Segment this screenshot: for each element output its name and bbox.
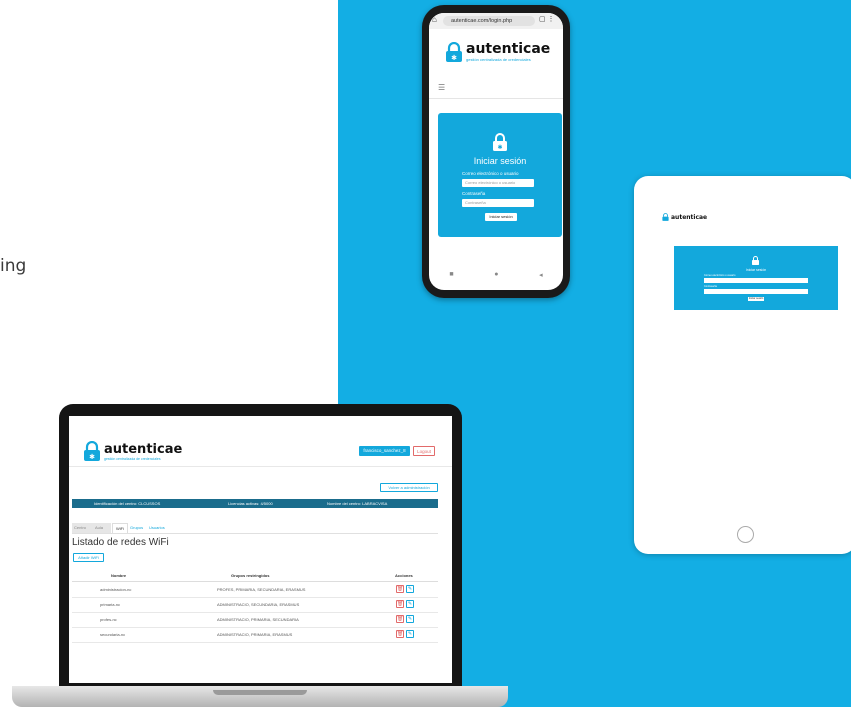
lock-icon: ✱ [493, 133, 507, 151]
password-input[interactable] [704, 289, 808, 294]
center-info-bar: Identificación del centro: CLCUSSOS Lice… [72, 499, 438, 508]
restricted-groups-cell: ADMINISTRACIO, SECUNDARIA, ERASMUS [217, 602, 300, 607]
password-label: Contraseña [462, 191, 486, 196]
brand-tagline: gestión centralizada de credenciales [466, 57, 531, 62]
back-to-admin-button[interactable]: Volver a administración [380, 483, 438, 492]
tablet-home-button[interactable] [737, 526, 754, 543]
tab-centro[interactable]: Centro [72, 523, 94, 533]
active-licenses: Licencias activas: 4/5000 [228, 501, 273, 506]
hamburger-menu-icon[interactable]: ☰ [438, 83, 445, 92]
tab-grupos[interactable]: Grupos [130, 523, 143, 533]
back-icon[interactable]: ◂ [539, 271, 543, 279]
restricted-groups-cell: ADMINISTRACIO, PRIMARIA, SECUNDARIA [217, 617, 299, 622]
delete-icon[interactable]: 🗑 [396, 630, 404, 638]
center-id: Identificación del centro: CLCUSSOS [94, 501, 161, 506]
wifi-name-cell: profes-nc [100, 617, 117, 622]
table-row: administracion-nc PROFES, PRIMARIA, SECUN… [72, 582, 438, 598]
center-name: Nombre del centro: LABRACVISA [327, 501, 388, 506]
phone-mockup: ⌂ autenticae.com/login.php ▢ ⋮ ✱ autenti… [422, 5, 570, 298]
phone-logo: ✱ autenticae gestión centralizada de cre… [445, 41, 550, 62]
add-wifi-button[interactable]: Añadir WiFi [73, 553, 104, 562]
table-row: primaria-nc ADMINISTRACIO, SECUNDARIA, ER… [72, 597, 438, 613]
table-row: profes-nc ADMINISTRACIO, PRIMARIA, SECUND… [72, 612, 438, 628]
wifi-name-cell: primaria-nc [100, 602, 121, 607]
laptop-notch [213, 690, 307, 695]
recent-apps-icon[interactable]: ■ [449, 271, 453, 279]
tab-aula[interactable]: Aula [93, 523, 111, 533]
edit-icon[interactable]: ✎ [406, 630, 414, 638]
lock-icon: ✱ [84, 441, 100, 461]
page-title: Listado de redes WiFi [72, 537, 169, 548]
delete-icon[interactable]: 🗑 [396, 600, 404, 608]
delete-icon[interactable]: 🗑 [396, 585, 404, 593]
table-row: secundaria-nc ADMINISTRACIO, PRIMARIA, ER… [72, 627, 438, 643]
edit-icon[interactable]: ✎ [406, 600, 414, 608]
restricted-groups-cell: PROFES, PRIMARIA, SECUNDARIA, ERASMUS [217, 587, 306, 592]
lock-icon [752, 256, 759, 265]
edit-icon[interactable]: ✎ [406, 585, 414, 593]
laptop-logo: ✱ autenticae gestión centralizada de cre… [83, 441, 182, 461]
phone-nav-bar: ■ ● ◂ [429, 271, 563, 279]
home-button-icon[interactable]: ● [494, 271, 498, 279]
restricted-groups-cell: ADMINISTRACIO, PRIMARIA, ERASMUS [217, 632, 293, 637]
tablet-mockup: autenticae Iniciar sesión Correo electró… [634, 176, 851, 554]
url-text: autenticae.com/login.php [451, 18, 513, 24]
lock-icon: ✱ [446, 41, 462, 62]
column-name: Nombre [111, 573, 127, 578]
svg-text:✱: ✱ [451, 54, 457, 62]
user-input[interactable]: Correo electrónico o usuario [462, 179, 534, 187]
tabs-icon[interactable]: ▢ ⋮ [539, 15, 555, 23]
table-header: Nombre Grupos restringidos Acciones [72, 571, 438, 582]
login-title: Iniciar sesión [745, 268, 767, 272]
phone-screen: ⌂ autenticae.com/login.php ▢ ⋮ ✱ autenti… [429, 13, 563, 290]
column-actions: Acciones [395, 573, 413, 578]
brand-name: autenticae [104, 441, 183, 457]
tab-wifi[interactable]: WiFi [112, 523, 128, 533]
password-input[interactable]: Contraseña [462, 199, 534, 207]
user-input[interactable] [704, 278, 808, 283]
login-button[interactable]: Iniciar sesión [485, 213, 517, 221]
laptop-mockup: ✱ autenticae gestión centralizada de cre… [59, 404, 462, 691]
lock-icon [662, 213, 669, 221]
phone-browser-bar: ⌂ autenticae.com/login.php ▢ ⋮ [429, 13, 563, 29]
phone-login-card: ✱ Iniciar sesión Correo electrónico o us… [438, 113, 562, 237]
tablet-screen: autenticae Iniciar sesión Correo electró… [646, 190, 851, 530]
password-label: Contraseña [704, 285, 717, 288]
home-icon[interactable]: ⌂ [432, 15, 437, 24]
user-menu-button[interactable]: francisco_sanchez_8 [359, 446, 410, 456]
user-label: Correo electrónico o usuario [704, 274, 736, 277]
login-button[interactable]: Iniciar sesión [748, 297, 764, 301]
svg-text:✱: ✱ [89, 453, 95, 461]
edit-icon[interactable]: ✎ [406, 615, 414, 623]
phone-url-field[interactable]: autenticae.com/login.php [443, 16, 535, 26]
delete-icon[interactable]: 🗑 [396, 615, 404, 623]
divider [429, 98, 563, 99]
tab-divider [72, 533, 438, 534]
wifi-name-cell: administracion-nc [100, 587, 132, 592]
header-divider [69, 466, 452, 467]
tablet-logo: autenticae [662, 213, 707, 221]
partial-heading-text: ing [0, 256, 27, 276]
tab-usuarios[interactable]: Usuarios [149, 523, 165, 533]
laptop-screen: ✱ autenticae gestión centralizada de cre… [69, 416, 452, 683]
brand-name: autenticae [466, 41, 551, 57]
login-title: Iniciar sesión [473, 156, 527, 166]
tablet-login-card: Iniciar sesión Correo electrónico o usua… [674, 246, 838, 310]
logout-button[interactable]: Logout [413, 446, 435, 456]
column-groups: Grupos restringidos [231, 573, 270, 578]
brand-tagline: gestión centralizada de credenciales [104, 456, 161, 461]
user-label: Correo electrónico o usuario [462, 171, 519, 176]
svg-text:✱: ✱ [497, 144, 502, 151]
wifi-name-cell: secundaria-nc [100, 632, 126, 637]
brand-name: autenticae [671, 213, 708, 221]
